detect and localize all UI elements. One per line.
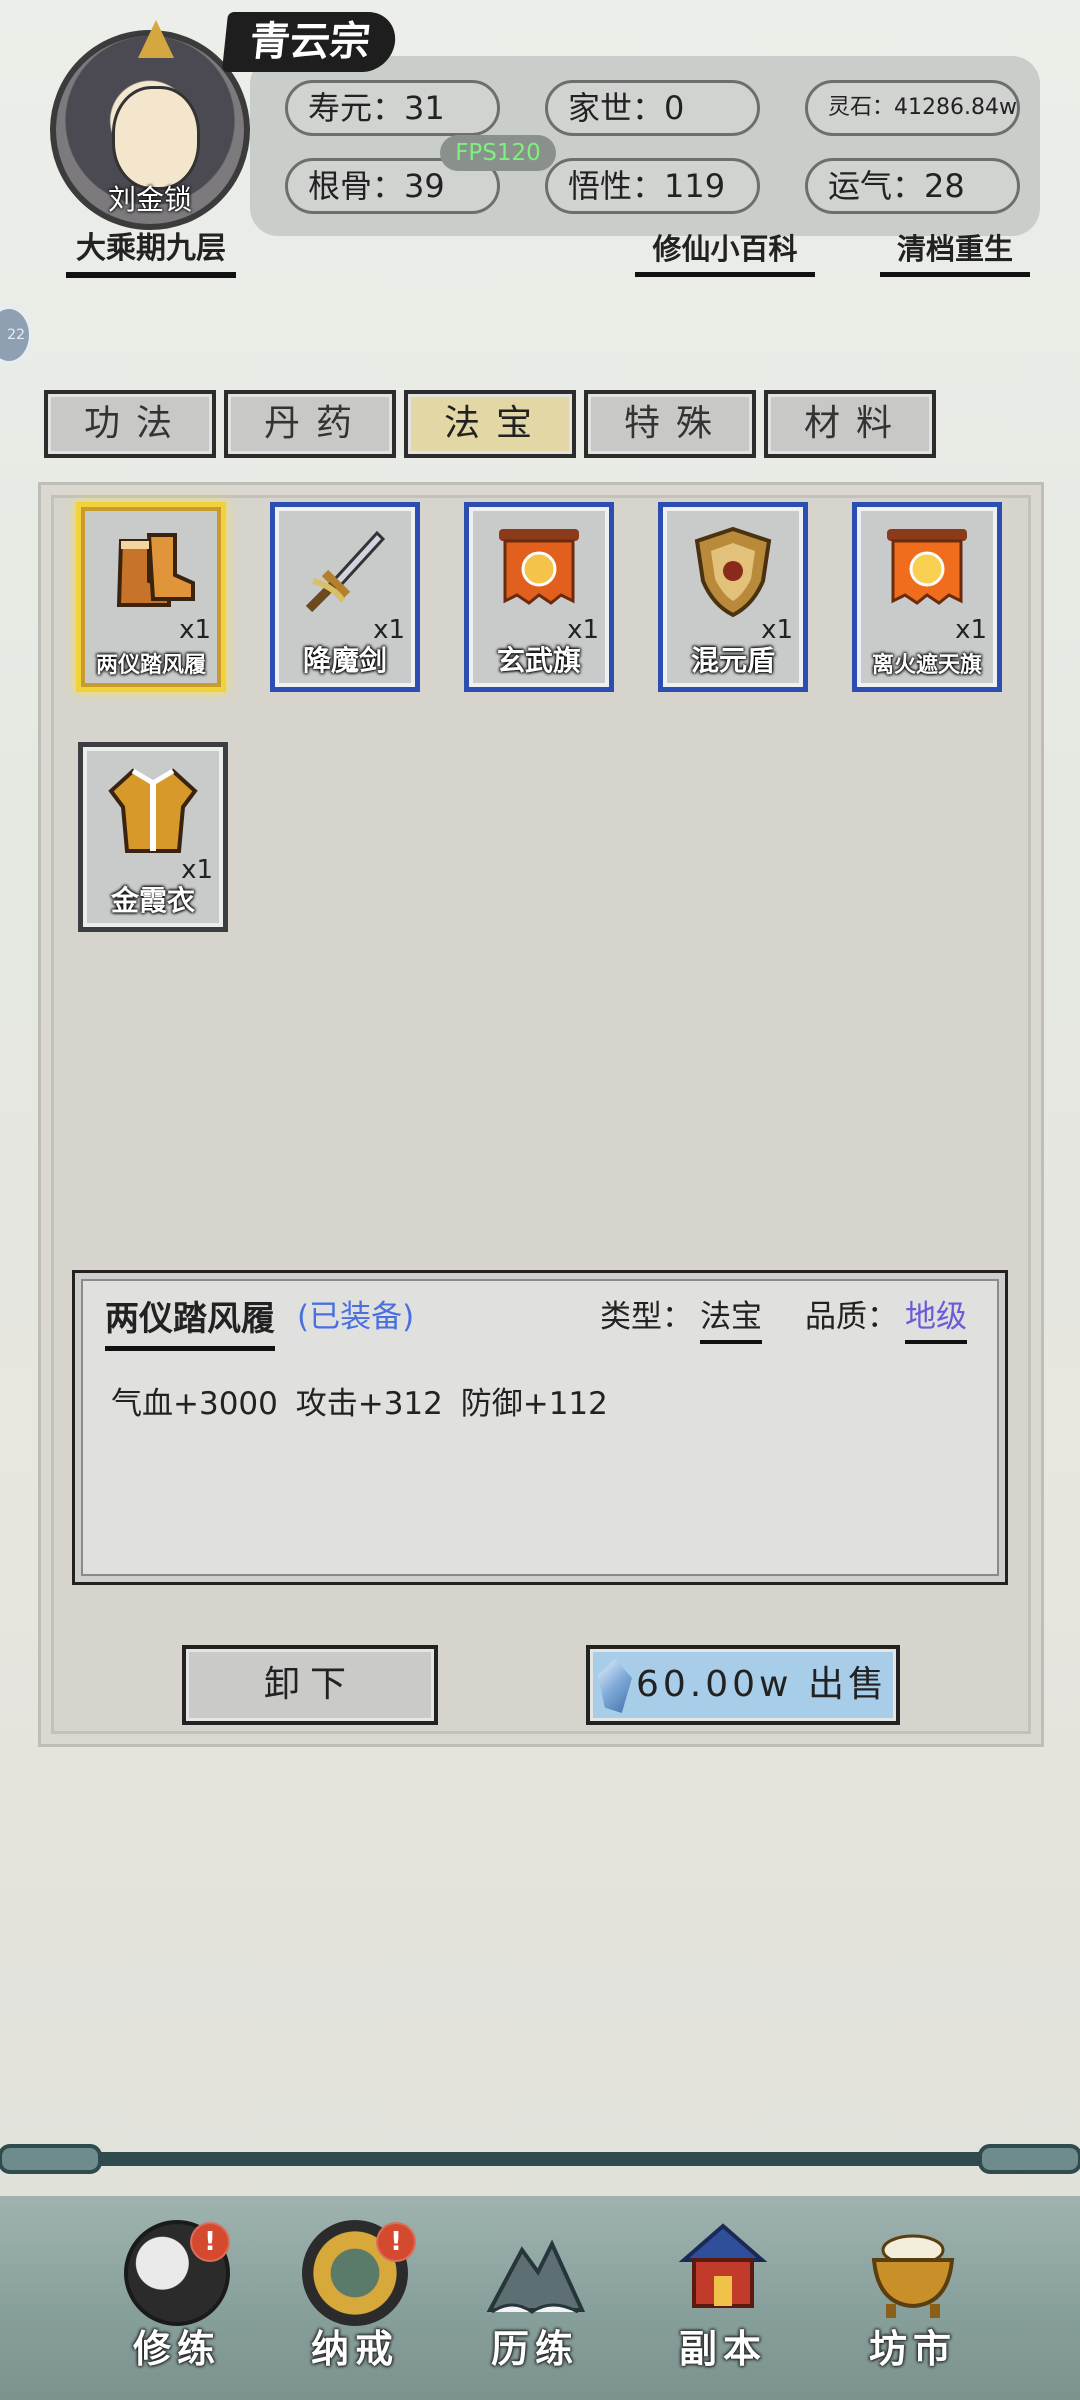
boots-icon bbox=[101, 521, 201, 621]
stat-family: 家世：0 bbox=[545, 80, 760, 136]
tab-treasures[interactable]: 法宝 bbox=[404, 390, 576, 458]
detail-item-name: 两仪踏风履 bbox=[105, 1291, 275, 1351]
quality-value: 地级 bbox=[905, 1291, 967, 1344]
pagoda-icon bbox=[670, 2220, 776, 2326]
nav-storage-ring[interactable]: ! 纳戒 bbox=[280, 2206, 430, 2386]
cauldron-icon bbox=[860, 2220, 966, 2326]
item-quantity: x1 bbox=[179, 615, 211, 645]
item-slot[interactable]: x1 离火遮天旗 bbox=[852, 502, 1002, 692]
sword-icon bbox=[295, 521, 395, 621]
item-slot[interactable]: x1 两仪踏风履 bbox=[76, 502, 226, 692]
stat-luck: 运气：28 bbox=[805, 158, 1020, 214]
sect-name: 青云宗 bbox=[221, 12, 399, 72]
sell-price: 60.00w bbox=[636, 1664, 793, 1705]
tab-techniques[interactable]: 功法 bbox=[44, 390, 216, 458]
rebirth-link[interactable]: 清档重生 bbox=[880, 228, 1030, 277]
item-name: 金霞衣 bbox=[110, 884, 195, 917]
equipped-tag: (已装备) bbox=[297, 1299, 415, 1335]
shield-icon bbox=[683, 521, 783, 621]
banner-icon bbox=[877, 521, 977, 621]
item-quantity: x1 bbox=[955, 615, 987, 645]
nav-dungeon[interactable]: 副本 bbox=[648, 2206, 798, 2386]
item-name: 玄武旗 bbox=[496, 644, 581, 677]
tab-special[interactable]: 特殊 bbox=[584, 390, 756, 458]
item-slot[interactable]: x1 玄武旗 bbox=[464, 502, 614, 692]
alert-badge: ! bbox=[376, 2222, 416, 2262]
nav-label: 纳戒 bbox=[310, 2327, 399, 2371]
item-slot[interactable]: x1 降魔剑 bbox=[270, 502, 420, 692]
avatar-face bbox=[112, 86, 200, 190]
crown-icon bbox=[138, 20, 174, 58]
nav-label: 坊市 bbox=[868, 2327, 957, 2371]
nav-label: 副本 bbox=[678, 2327, 767, 2371]
nav-label: 历练 bbox=[490, 2327, 579, 2371]
type-value: 法宝 bbox=[700, 1291, 762, 1344]
stat-spirit-stones: 灵石：41286.84w bbox=[805, 80, 1020, 136]
item-slot[interactable]: x1 混元盾 bbox=[658, 502, 808, 692]
encyclopedia-link[interactable]: 修仙小百科 bbox=[635, 228, 815, 277]
mountain-icon bbox=[482, 2220, 588, 2326]
fps-counter: FPS120 bbox=[440, 135, 556, 171]
sell-label: 出售 bbox=[807, 1664, 888, 1705]
player-name: 刘金锁 bbox=[107, 183, 192, 216]
cultivation-rank: 大乘期九层 bbox=[66, 228, 236, 278]
item-slot[interactable]: x1 金霞衣 bbox=[78, 742, 228, 932]
tab-pills[interactable]: 丹药 bbox=[224, 390, 396, 458]
nav-adventure[interactable]: 历练 bbox=[460, 2206, 610, 2386]
item-attributes: 气血+3000 攻击+312 防御+112 bbox=[111, 1386, 608, 1422]
alert-badge: ! bbox=[190, 2222, 230, 2262]
spirit-stone-icon bbox=[598, 1659, 632, 1713]
item-name: 离火遮天旗 bbox=[871, 653, 982, 678]
type-label: 类型： bbox=[600, 1299, 693, 1335]
banner-icon bbox=[489, 521, 589, 621]
tab-materials[interactable]: 材料 bbox=[764, 390, 936, 458]
item-name: 混元盾 bbox=[690, 644, 775, 677]
stat-comprehension: 悟性：119 bbox=[545, 158, 760, 214]
side-float-button[interactable]: 22 bbox=[0, 306, 32, 364]
sell-button[interactable]: 60.00w 出售 bbox=[586, 1645, 900, 1725]
nav-market[interactable]: 坊市 bbox=[838, 2206, 988, 2386]
item-name: 两仪踏风履 bbox=[95, 653, 206, 678]
unequip-button[interactable]: 卸下 bbox=[182, 1645, 438, 1725]
stat-lifespan: 寿元：31 bbox=[285, 80, 500, 136]
robe-icon bbox=[103, 761, 203, 861]
nav-label: 修练 bbox=[132, 2327, 221, 2371]
item-name: 降魔剑 bbox=[302, 644, 387, 677]
quality-label: 品质： bbox=[805, 1299, 898, 1335]
item-detail-panel: 两仪踏风履 (已装备) 类型： 法宝 品质： 地级 气血+3000 攻击+312… bbox=[72, 1270, 1008, 1585]
scroll-rod-divider bbox=[0, 2138, 1080, 2180]
nav-cultivate[interactable]: ! 修练 bbox=[102, 2206, 252, 2386]
